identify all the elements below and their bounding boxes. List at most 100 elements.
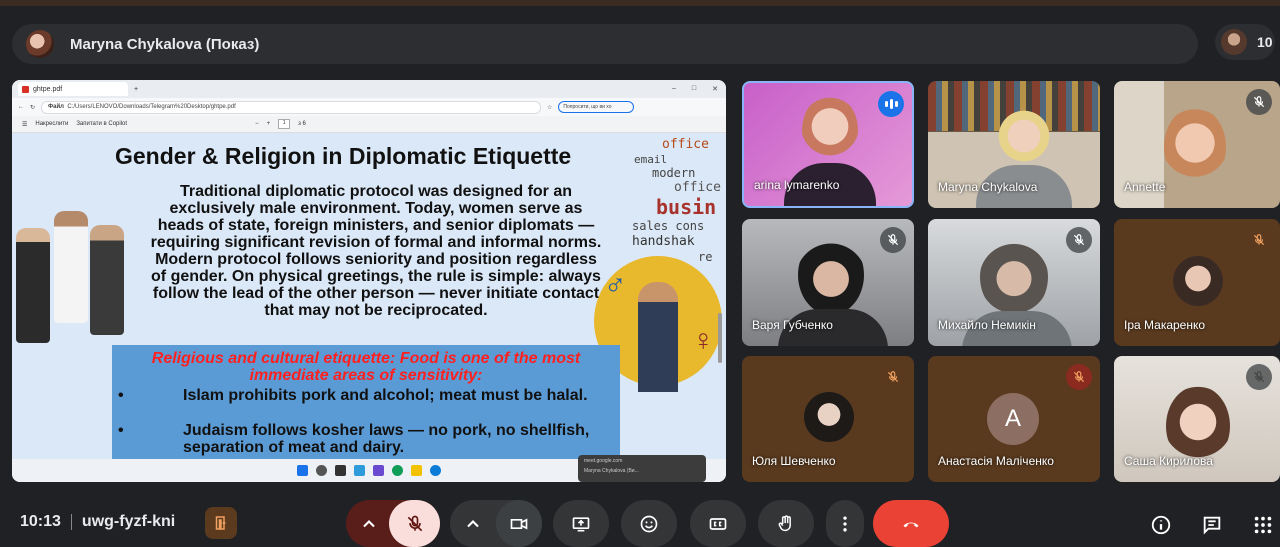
mic-off-icon — [407, 515, 422, 531]
task-view-icon[interactable] — [335, 465, 346, 476]
participant-tile[interactable]: Михайло Немикін — [928, 219, 1100, 346]
copilot-search[interactable]: Попросити, що ви хо — [558, 101, 635, 113]
draw-label[interactable]: Накреслити — [35, 121, 68, 127]
windows-start-icon[interactable] — [297, 465, 308, 476]
present-icon — [572, 516, 590, 531]
mic-control-group — [346, 500, 440, 547]
meeting-info: 10:13 uwg-fyzf-kni — [20, 513, 175, 531]
participant-tile[interactable]: arina lymarenko — [742, 81, 914, 208]
participant-tile[interactable]: Annette — [1114, 81, 1280, 208]
notification-sub: Maryna Chykalova (Ви... — [584, 468, 639, 474]
close-icon[interactable]: ✕ — [712, 85, 718, 93]
meeting-details-button[interactable] — [1148, 512, 1174, 538]
teams-icon[interactable] — [373, 465, 384, 476]
religion-title: Religious and cultural etiquette: Food i… — [151, 350, 581, 384]
presenter-name: Maryna Chykalova (Показ) — [70, 35, 260, 53]
chat-button[interactable] — [1199, 512, 1225, 538]
camera-toggle-button[interactable] — [496, 500, 542, 547]
hand-icon — [778, 514, 791, 531]
presenter-avatar — [26, 30, 54, 58]
address-bar[interactable]: Файл C:/Users/LENOVO/Downloads/Telegram%… — [41, 100, 542, 114]
slide-paragraph: Traditional diplomatic protocol was desi… — [150, 183, 602, 319]
mic-off-icon — [880, 364, 906, 390]
reload-icon[interactable]: ↻ — [30, 104, 35, 111]
participant-tile[interactable]: Іра Макаренко — [1114, 219, 1280, 346]
star-icon[interactable]: ☆ — [547, 104, 552, 111]
search-icon[interactable] — [316, 465, 327, 476]
notification-text: meet.google.com — [584, 458, 623, 464]
participant-tile[interactable]: A Анастасія Маліченко — [928, 356, 1100, 482]
top-strip — [0, 0, 1280, 6]
pdf-scrollbar[interactable] — [718, 313, 722, 363]
hang-up-icon — [903, 522, 919, 527]
participant-face — [998, 105, 1050, 167]
present-screen-button[interactable] — [553, 500, 609, 547]
participant-name: Maryna Chykalova — [938, 180, 1038, 194]
raise-hand-button[interactable] — [758, 500, 814, 547]
meeting-code[interactable]: uwg-fyzf-kni — [82, 513, 175, 531]
new-tab-icon[interactable]: + — [134, 86, 138, 93]
mic-off-icon — [880, 227, 906, 253]
edge-icon[interactable] — [430, 465, 441, 476]
host-controls-icon[interactable] — [205, 507, 237, 539]
share-notification[interactable]: meet.google.com Maryna Chykalova (Ви... — [578, 455, 706, 482]
participant-face — [798, 235, 864, 315]
wordcloud-word: office — [674, 180, 721, 195]
emoji-icon — [640, 515, 658, 532]
telegram-icon[interactable] — [354, 465, 365, 476]
participant-tile[interactable]: Варя Губченко — [742, 219, 914, 346]
reactions-button[interactable] — [621, 500, 677, 547]
slide-title: Gender & Religion in Diplomatic Etiquett… — [115, 143, 572, 169]
bullet-text: Judaism follows kosher laws — no pork, n… — [183, 422, 590, 456]
pdf-icon — [22, 85, 29, 93]
activities-button[interactable] — [1250, 512, 1276, 538]
tab-title: ghtpe.pdf — [33, 85, 63, 93]
chrome-icon[interactable] — [392, 465, 403, 476]
mic-off-icon — [1246, 364, 1272, 390]
participant-name: Іра Макаренко — [1124, 318, 1206, 332]
mic-toggle-button[interactable] — [389, 500, 440, 547]
participant-avatar — [1173, 256, 1223, 306]
divider — [70, 514, 72, 530]
mic-off-icon — [1066, 227, 1092, 253]
participant-face — [802, 95, 858, 165]
captions-button[interactable] — [690, 500, 746, 547]
browser-tabbar: ghtpe.pdf + – □ ✕ — [12, 80, 726, 98]
participant-name: Юля Шевченко — [752, 454, 836, 468]
folder-icon[interactable] — [411, 465, 422, 476]
participant-name: Анастасія Маліченко — [938, 454, 1054, 468]
maximize-icon[interactable]: □ — [692, 85, 696, 93]
presentation-bar[interactable]: Maryna Chykalova (Показ) — [12, 24, 1198, 64]
participant-tile[interactable]: Саша Кирилова — [1114, 356, 1280, 482]
zoom-out-icon[interactable]: − — [255, 121, 259, 127]
people-button[interactable]: 10 — [1215, 24, 1275, 60]
shared-screen: ghtpe.pdf + – □ ✕ ← ↻ Файл C:/Users/LENO… — [12, 80, 726, 482]
camera-options-chevron-icon[interactable] — [450, 500, 496, 547]
more-options-button[interactable] — [826, 500, 864, 547]
mic-off-icon — [1066, 364, 1092, 390]
browser-tab[interactable]: ghtpe.pdf — [18, 82, 128, 96]
zoom-in-icon[interactable]: + — [267, 121, 271, 127]
people-count: 10 — [1257, 34, 1273, 50]
end-call-button[interactable] — [873, 500, 949, 547]
back-icon[interactable]: ← — [18, 104, 24, 110]
clergy-figure-1 — [16, 228, 50, 343]
wordcloud-word: re — [698, 250, 713, 264]
clergy-figure-3 — [90, 225, 124, 335]
wordcloud-word: email — [634, 153, 668, 166]
participant-tile[interactable]: Maryna Chykalova — [928, 81, 1100, 208]
participant-face — [980, 237, 1048, 317]
participant-name: arina lymarenko — [754, 178, 840, 192]
copilot-label[interactable]: Запитати в Copilot — [76, 121, 127, 127]
page-number[interactable]: 1 — [278, 119, 291, 129]
minimize-icon[interactable]: – — [672, 85, 676, 93]
pdf-slide: Gender & Religion in Diplomatic Etiquett… — [12, 133, 726, 459]
businessman-figure — [638, 282, 678, 392]
chat-icon — [1203, 516, 1221, 535]
bullet-text: Islam prohibits pork and alcohol; meat m… — [183, 387, 588, 404]
speaking-indicator-icon — [878, 91, 904, 117]
menu-icon[interactable]: ☰ — [22, 121, 27, 128]
participant-tile[interactable]: Юля Шевченко — [742, 356, 914, 482]
mic-options-chevron-icon[interactable] — [346, 500, 392, 547]
participant-name: Саша Кирилова — [1124, 454, 1213, 468]
